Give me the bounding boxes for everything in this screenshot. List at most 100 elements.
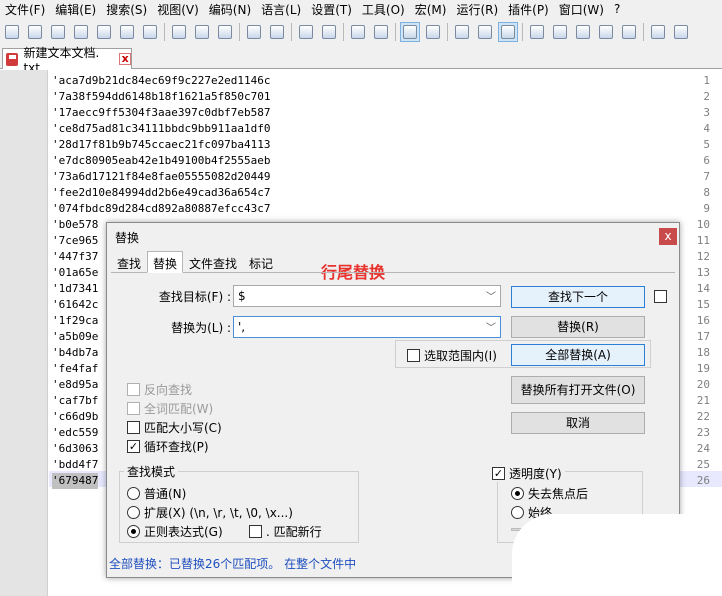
text-line[interactable]: 'caf7bf — [52, 393, 98, 409]
menu-item[interactable]: 视图(V) — [152, 1, 204, 18]
zoom-in-icon[interactable] — [348, 22, 368, 42]
toolbar-separator — [164, 22, 165, 41]
find-what-input[interactable]: $ ﹀ — [233, 285, 501, 307]
find-next-button[interactable]: 查找下一个 — [511, 286, 645, 308]
menu-item[interactable]: 编辑(E) — [50, 1, 101, 18]
text-line[interactable]: '6d3063 — [52, 441, 98, 457]
tab-find-in-files[interactable]: 文件查找 — [183, 251, 243, 273]
text-line[interactable]: '1f29ca — [52, 313, 98, 329]
text-line[interactable]: '01a65e — [52, 265, 98, 281]
text-line[interactable]: 'bdd4f7 — [52, 457, 98, 473]
text-line[interactable]: 'edc559 — [52, 425, 98, 441]
cancel-button[interactable]: 取消 — [511, 412, 645, 434]
folder-workspace-icon[interactable] — [596, 22, 616, 42]
menu-item[interactable]: 工具(O) — [357, 1, 410, 18]
wrap-around-checkbox[interactable]: ✓ 循环查找(P) — [127, 438, 209, 455]
menu-item[interactable]: 窗口(W) — [554, 1, 609, 18]
menu-item[interactable]: 文件(F) — [0, 1, 50, 18]
find-icon[interactable] — [296, 22, 316, 42]
text-line[interactable]: 'b4db7a — [52, 345, 98, 361]
mode-normal-radio[interactable]: 普通(N) — [127, 485, 186, 502]
cut-icon[interactable] — [169, 22, 189, 42]
function-list-icon[interactable] — [573, 22, 593, 42]
save-icon[interactable] — [48, 22, 68, 42]
replace-all-button[interactable]: 全部替换(A) — [511, 344, 645, 366]
sync-h-icon[interactable] — [423, 22, 443, 42]
menu-item[interactable]: 设置(T) — [306, 1, 357, 18]
replace-with-input[interactable]: ', ﹀ — [233, 316, 501, 338]
open-file-icon[interactable] — [25, 22, 45, 42]
paste-icon[interactable] — [215, 22, 235, 42]
menu-item[interactable]: 运行(R) — [451, 1, 503, 18]
mode-extended-radio[interactable]: 扩展(X) (\n, \r, \t, \0, \x...) — [127, 504, 293, 521]
udl-icon[interactable] — [527, 22, 547, 42]
text-line[interactable]: 'a5b09e — [52, 329, 98, 345]
file-tab[interactable]: 新建文本文档. txt x — [2, 46, 132, 75]
chevron-down-icon[interactable]: ﹀ — [486, 319, 496, 334]
close-all-icon[interactable] — [117, 22, 137, 42]
text-line[interactable]: '1d7341 — [52, 281, 98, 297]
whole-word-checkbox[interactable]: 全词匹配(W) — [127, 400, 213, 417]
indent-guide-icon[interactable] — [498, 21, 518, 42]
line-number: 16 — [696, 314, 710, 327]
wrap-icon[interactable] — [452, 22, 472, 42]
toolbar-separator — [239, 22, 240, 41]
print-icon[interactable] — [140, 22, 160, 42]
menu-item[interactable]: 宏(M) — [410, 1, 452, 18]
save-all-icon[interactable] — [71, 22, 91, 42]
text-line[interactable]: 'ce8d75ad81c34111bbdc9bb911aa1df0 — [52, 121, 271, 137]
line-number-gutter — [0, 70, 48, 596]
text-line[interactable]: '679487 — [52, 473, 99, 489]
on-lose-focus-radio[interactable]: 失去焦点后 — [511, 485, 588, 502]
replace-icon[interactable] — [319, 22, 339, 42]
stop-macro-icon[interactable] — [671, 22, 691, 42]
tab-find[interactable]: 查找 — [111, 251, 147, 273]
text-line[interactable]: 'fee2d10e84994dd2b6e49cad36a654c7 — [52, 185, 271, 201]
tab-replace[interactable]: 替换 — [147, 251, 184, 273]
text-line[interactable]: '447f37 — [52, 249, 98, 265]
replace-button[interactable]: 替换(R) — [511, 316, 645, 338]
line-number: 9 — [703, 202, 710, 215]
text-line[interactable]: '074fbdc89d284cd892a80887efcc43c7 — [52, 201, 271, 217]
text-line[interactable]: '28d17f81b9b745ccaec21fc097ba4113 — [52, 137, 271, 153]
text-line[interactable]: 'c66d9b — [52, 409, 98, 425]
find-next-extra-checkbox[interactable] — [654, 290, 671, 303]
mode-regex-radio[interactable]: 正则表达式(G) — [127, 523, 223, 540]
menu-item[interactable]: 搜索(S) — [101, 1, 152, 18]
chevron-down-icon[interactable]: ﹀ — [486, 288, 496, 303]
new-file-icon[interactable] — [2, 22, 22, 42]
record-macro-icon[interactable] — [648, 22, 668, 42]
redo-icon[interactable] — [267, 22, 287, 42]
copy-icon[interactable] — [192, 22, 212, 42]
close-icon[interactable] — [94, 22, 114, 42]
text-line[interactable]: 'e7dc80905eab42e1b49100b4f2555aeb — [52, 153, 271, 169]
text-line[interactable]: '7ce965 — [52, 233, 98, 249]
doc-map-icon[interactable] — [550, 22, 570, 42]
text-line[interactable]: '73a6d17121f84e8fae05555082d20449 — [52, 169, 271, 185]
transparency-checkbox[interactable]: ✓ 透明度(Y) — [492, 465, 565, 482]
text-line[interactable]: '61642c — [52, 297, 98, 313]
replace-all-open-button[interactable]: 替换所有打开文件(O) — [511, 376, 645, 404]
in-selection-checkbox[interactable]: 选取范围内(I) — [407, 347, 497, 364]
menu-item[interactable]: 编码(N) — [204, 1, 256, 18]
sync-v-icon[interactable] — [400, 21, 420, 42]
menu-item[interactable]: 语言(L) — [256, 1, 306, 18]
menu-item[interactable]: 插件(P) — [503, 1, 554, 18]
menu-item[interactable]: ? — [609, 2, 625, 16]
text-line[interactable]: 'e8d95a — [52, 377, 98, 393]
all-chars-icon[interactable] — [475, 22, 495, 42]
zoom-out-icon[interactable] — [371, 22, 391, 42]
tab-mark[interactable]: 标记 — [243, 251, 279, 273]
text-line[interactable]: 'aca7d9b21dc84ec69f9c227e2ed1146c — [52, 73, 271, 89]
dialog-close-button[interactable]: x — [659, 228, 677, 245]
monitor-icon[interactable] — [619, 22, 639, 42]
text-line[interactable]: '17aecc9ff5304f3aae397c0dbf7eb587 — [52, 105, 271, 121]
dot-newline-checkbox[interactable]: . 匹配新行 — [249, 523, 322, 540]
backward-checkbox[interactable]: 反向查找 — [127, 381, 192, 398]
match-case-checkbox[interactable]: 匹配大小写(C) — [127, 419, 222, 436]
close-tab-icon[interactable]: x — [119, 53, 131, 65]
text-line[interactable]: '7a38f594dd6148b18f1621a5f850c701 — [52, 89, 271, 105]
text-line[interactable]: 'b0e578 — [52, 217, 98, 233]
undo-icon[interactable] — [244, 22, 264, 42]
text-line[interactable]: 'fe4faf — [52, 361, 98, 377]
